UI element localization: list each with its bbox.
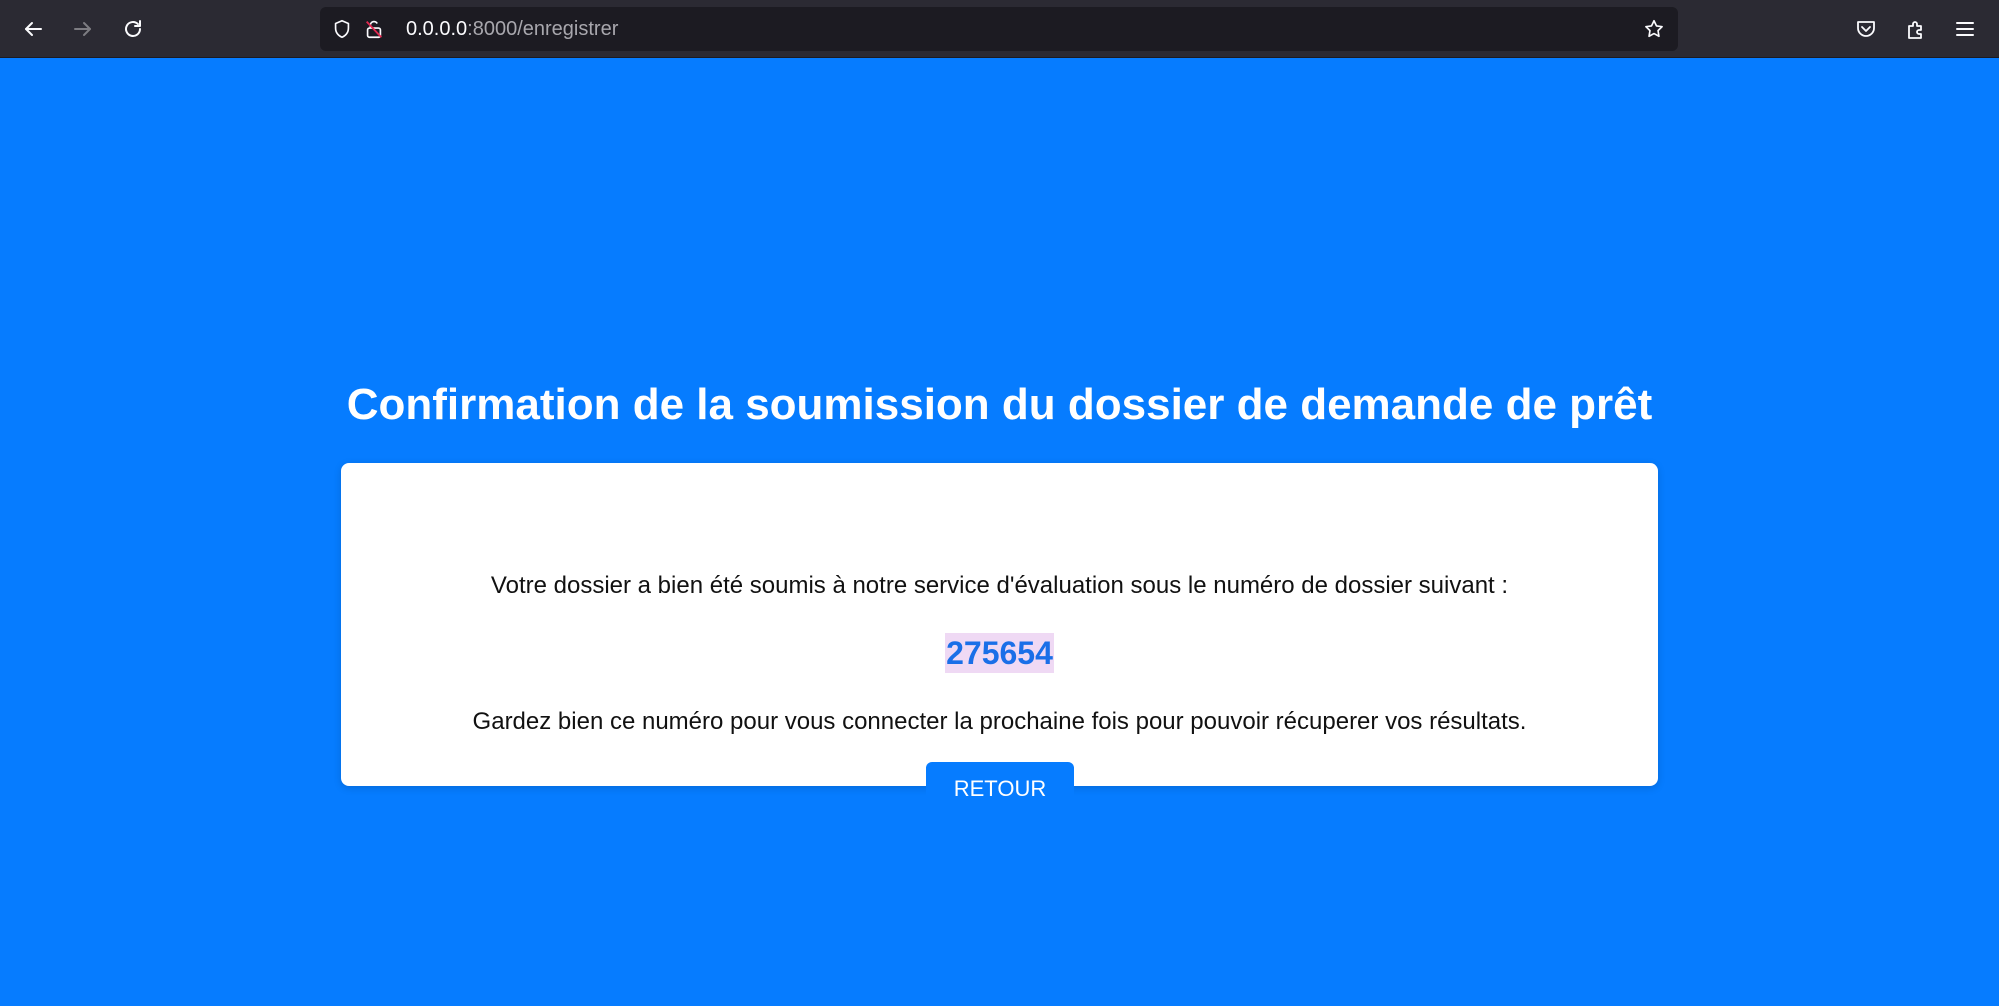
confirmation-card: Votre dossier a bien été soumis à notre …	[341, 463, 1658, 816]
dossier-number-container: 275654	[341, 633, 1658, 673]
browser-toolbar: 0.0.0.0:8000/enregistrer	[0, 0, 1999, 58]
keep-number-message: Gardez bien ce numéro pour vous connecte…	[472, 708, 1527, 735]
hamburger-menu-icon	[1956, 22, 1974, 36]
pocket-button[interactable]	[1846, 9, 1886, 49]
page-title: Confirmation de la soumission du dossier…	[346, 380, 1653, 429]
page-viewport: Confirmation de la soumission du dossier…	[0, 58, 1999, 1006]
shield-icon[interactable]	[330, 17, 354, 41]
url-bar[interactable]: 0.0.0.0:8000/enregistrer	[320, 7, 1678, 51]
reload-icon	[125, 20, 141, 37]
url-host: 0.0.0.0	[406, 18, 468, 40]
extensions-button[interactable]	[1896, 9, 1936, 49]
url-text[interactable]: 0.0.0.0:8000/enregistrer	[406, 18, 618, 40]
extensions-icon	[1908, 21, 1922, 39]
url-path: :8000/enregistrer	[467, 18, 619, 40]
star-icon[interactable]	[1642, 17, 1666, 41]
back-arrow-icon	[25, 22, 42, 36]
confirmation-message: Votre dossier a bien été soumis à notre …	[490, 572, 1509, 599]
back-return-button[interactable]: RETOUR	[926, 762, 1074, 816]
forward-arrow-icon	[74, 22, 91, 36]
reload-button[interactable]	[113, 9, 153, 49]
dossier-number[interactable]: 275654	[945, 633, 1054, 673]
forward-button[interactable]	[63, 9, 103, 49]
pocket-icon	[1857, 21, 1875, 37]
insecure-lock-icon[interactable]	[362, 17, 386, 41]
menu-button[interactable]	[1945, 9, 1985, 49]
back-button[interactable]	[13, 9, 53, 49]
